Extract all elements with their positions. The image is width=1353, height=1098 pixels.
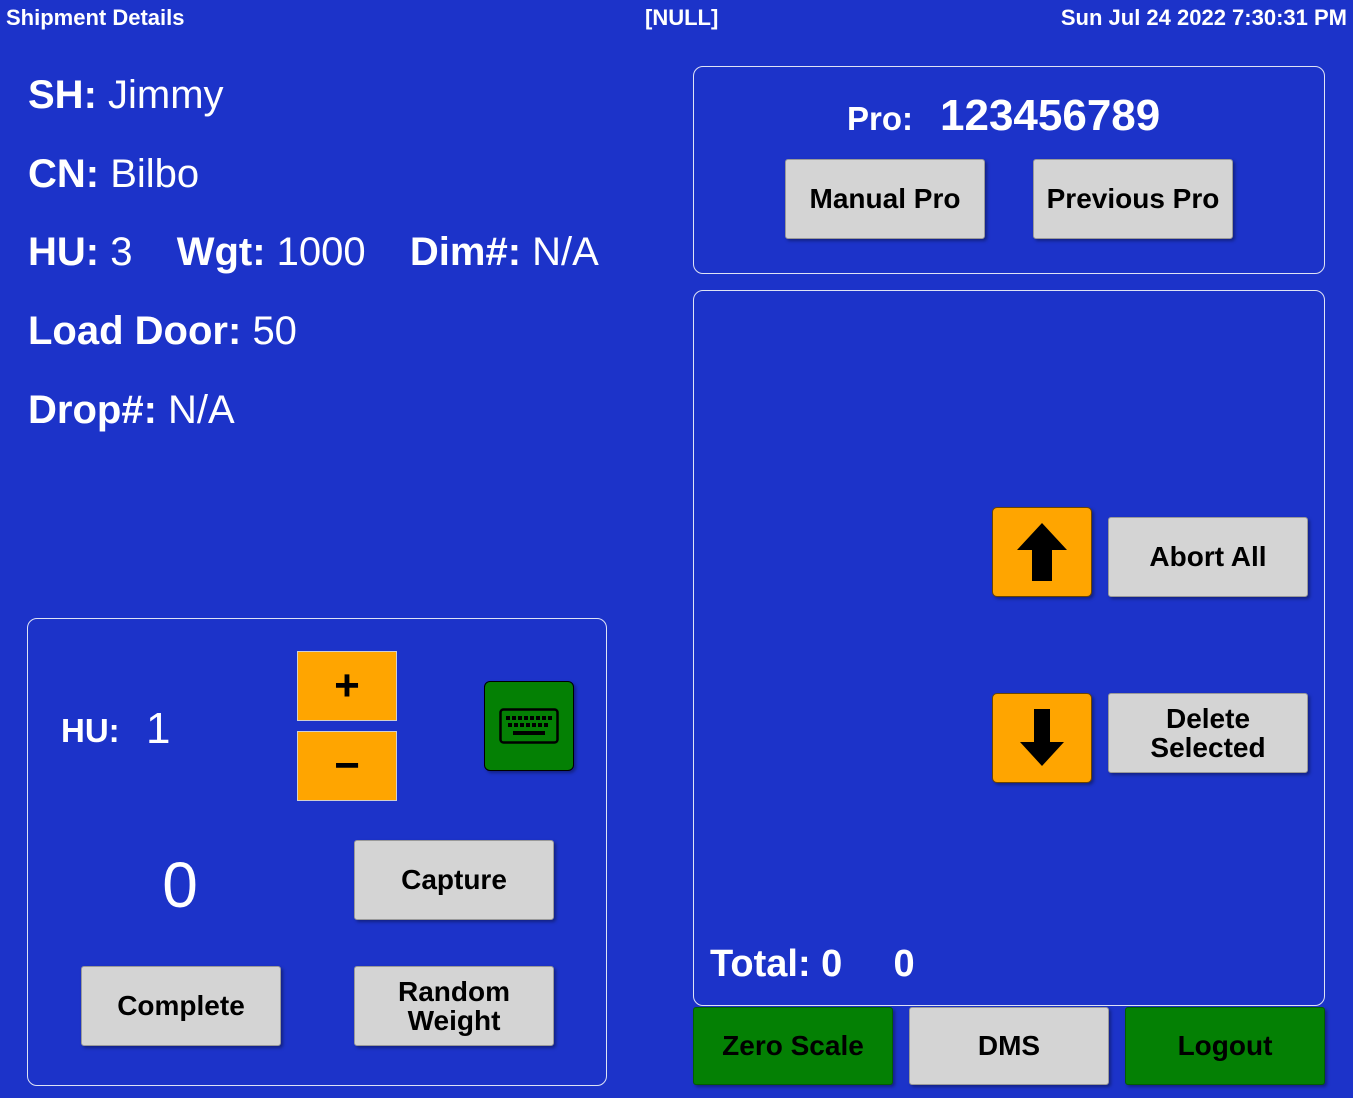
logout-button-label: Logout [1177, 1030, 1273, 1062]
abort-all-button-label: Abort All [1149, 541, 1267, 573]
arrow-down-icon [1020, 709, 1064, 766]
shipper-label: SH: [28, 73, 97, 117]
load-door-value: 50 [252, 309, 297, 353]
abort-all-button[interactable]: Abort All [1108, 517, 1308, 597]
status-text: [NULL] [645, 5, 719, 30]
previous-pro-button-label: Previous Pro [1046, 183, 1220, 215]
dms-button-label: DMS [977, 1030, 1041, 1062]
manual-pro-button-label: Manual Pro [809, 183, 961, 215]
scroll-up-button[interactable] [992, 507, 1092, 597]
drop-value: N/A [168, 388, 235, 432]
total-weight: 0 [893, 943, 915, 985]
dim-value: N/A [532, 230, 599, 274]
consignee-label: CN: [28, 152, 100, 196]
hu-label: HU: [28, 230, 100, 274]
load-door-line: Load Door: 50 [28, 309, 297, 354]
weight-value: 1000 [276, 230, 366, 274]
consignee-line: CN: Bilbo [28, 152, 199, 197]
hu-count-label: HU: [61, 712, 120, 749]
load-door-label: Load Door: [28, 309, 242, 353]
dim-label: Dim#: [409, 230, 522, 274]
total-count: 0 [821, 943, 843, 985]
keyboard-icon [499, 708, 559, 744]
minus-icon: − [334, 740, 360, 790]
zero-scale-button-label: Zero Scale [722, 1030, 864, 1062]
drop-line: Drop#: N/A [28, 388, 235, 433]
plus-icon: + [334, 660, 360, 710]
pro-number: 123456789 [940, 91, 1161, 140]
units-line: HU: 3 Wgt: 1000 Dim#: N/A [28, 230, 599, 275]
shipper-line: SH: Jimmy [28, 73, 224, 118]
arrow-up-icon [1017, 523, 1067, 581]
previous-pro-button[interactable]: Previous Pro [1033, 159, 1233, 239]
consignee-value: Bilbo [110, 152, 200, 196]
dms-button[interactable]: DMS [909, 1007, 1109, 1085]
capture-button-label: Capture [401, 864, 507, 896]
weight-reading: 0 [162, 849, 198, 921]
captured-list-panel[interactable] [693, 290, 1325, 1006]
logout-button[interactable]: Logout [1125, 1007, 1325, 1085]
datetime: Sun Jul 24 2022 7:30:31 PM [1060, 5, 1347, 30]
pro-label: Pro: [847, 100, 913, 137]
random-weight-button-label: Random Weight [398, 975, 510, 1036]
total-label: Total: [710, 943, 811, 985]
increment-button[interactable]: + [297, 651, 397, 721]
decrement-button[interactable]: − [297, 731, 397, 801]
delete-selected-button-label: Delete Selected [1150, 702, 1266, 763]
complete-button-label: Complete [117, 990, 245, 1022]
hu-value: 3 [110, 230, 133, 274]
total-line: Total: 0 0 [710, 943, 915, 986]
weight-label: Wgt: [176, 230, 266, 274]
scroll-down-button[interactable] [992, 693, 1092, 783]
hu-count-value: 1 [146, 704, 171, 753]
complete-button[interactable]: Complete [81, 966, 281, 1046]
keyboard-button[interactable] [484, 681, 574, 771]
drop-label: Drop#: [28, 388, 157, 432]
shipper-value: Jimmy [108, 73, 224, 117]
capture-button[interactable]: Capture [354, 840, 554, 920]
delete-selected-button[interactable]: Delete Selected [1108, 693, 1308, 773]
manual-pro-button[interactable]: Manual Pro [785, 159, 985, 239]
window-title: Shipment Details [6, 5, 185, 30]
zero-scale-button[interactable]: Zero Scale [693, 1007, 893, 1085]
random-weight-button[interactable]: Random Weight [354, 966, 554, 1046]
